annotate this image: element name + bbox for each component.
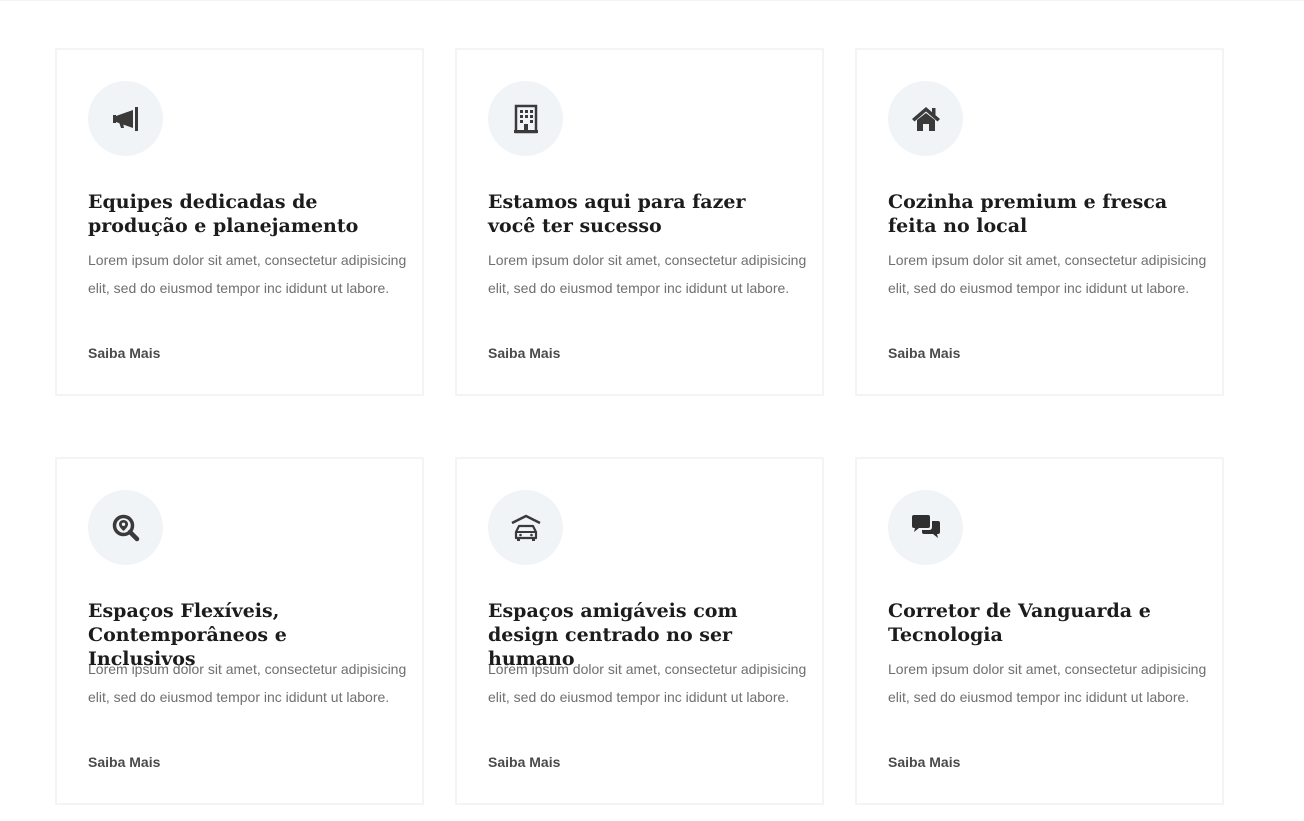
feature-description: Lorem ipsum dolor sit amet, consectetur … (888, 252, 1207, 296)
feature-description: Lorem ipsum dolor sit amet, consectetur … (888, 661, 1207, 705)
house-icon (888, 81, 963, 156)
garage-car-icon (488, 490, 563, 565)
feature-card: Espaços Flexíveis, Contemporâneos e Incl… (55, 457, 424, 805)
feature-description: Lorem ipsum dolor sit amet, consectetur … (488, 252, 807, 296)
building-icon (488, 81, 563, 156)
learn-more-link[interactable]: Saiba Mais (488, 753, 560, 771)
feature-title: Equipes dedicadas de produção e planejam… (88, 191, 359, 237)
megaphone-icon (88, 81, 163, 156)
feature-title: Estamos aqui para fazer você ter sucesso (488, 191, 746, 237)
feature-card: Espaços amigáveis com design centrado no… (455, 457, 824, 805)
features-grid: Equipes dedicadas de produção e planejam… (0, 0, 1304, 821)
feature-card: Equipes dedicadas de produção e planejam… (55, 48, 424, 396)
feature-description: Lorem ipsum dolor sit amet, consectetur … (488, 661, 807, 705)
feature-card: Corretor de Vanguarda e Tecnologia Lorem… (855, 457, 1224, 805)
feature-title: Cozinha premium e fresca feita no local (888, 191, 1168, 237)
feature-description: Lorem ipsum dolor sit amet, consectetur … (88, 252, 407, 296)
feature-card: Cozinha premium e fresca feita no local … (855, 48, 1224, 396)
learn-more-link[interactable]: Saiba Mais (88, 753, 160, 771)
learn-more-link[interactable]: Saiba Mais (488, 344, 560, 362)
learn-more-link[interactable]: Saiba Mais (88, 344, 160, 362)
chat-bubbles-icon (888, 490, 963, 565)
feature-card: Estamos aqui para fazer você ter sucesso… (455, 48, 824, 396)
feature-description: Lorem ipsum dolor sit amet, consectetur … (88, 661, 407, 705)
learn-more-link[interactable]: Saiba Mais (888, 753, 960, 771)
feature-title: Corretor de Vanguarda e Tecnologia (888, 600, 1151, 646)
learn-more-link[interactable]: Saiba Mais (888, 344, 960, 362)
search-location-icon (88, 490, 163, 565)
